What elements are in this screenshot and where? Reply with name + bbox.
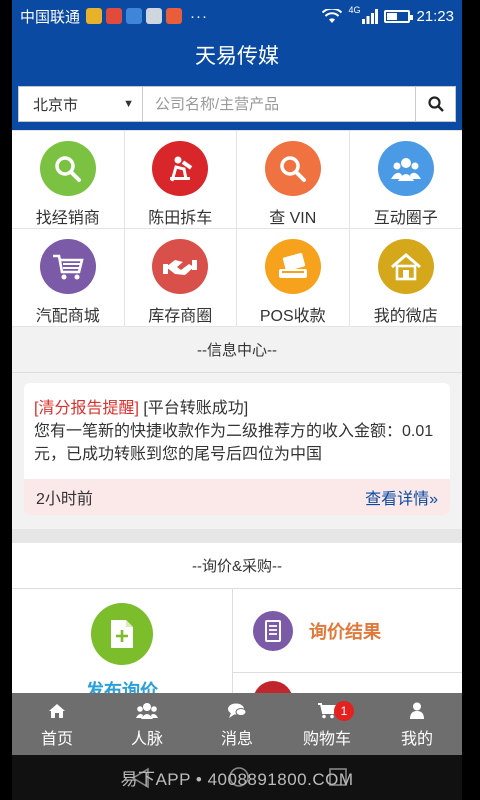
notice-time: 2小时前 [36, 491, 93, 508]
grid-item-car-dismantle[interactable]: 陈田拆车 [124, 131, 237, 229]
nav-home[interactable]: 首页 [12, 693, 102, 755]
info-center: [清分报告提醒] [平台转账成功] 您有一笔新的快捷收款作为二级推荐方的收入金额… [12, 373, 462, 529]
grid-item-label: 找经销商 [35, 210, 100, 227]
grid-item-circle[interactable]: 互动圈子 [349, 131, 462, 229]
dropdown-caret-icon: ▼ [123, 98, 134, 110]
handshake-icon [152, 239, 209, 294]
signal-icon [362, 8, 379, 24]
nav-me[interactable]: 我的 [372, 693, 462, 755]
battery-icon [384, 9, 414, 23]
cart-icon [39, 239, 96, 294]
grid-item-check-vin[interactable]: 查 VIN [237, 131, 350, 229]
info-center-heading: --信息中心-- [12, 327, 462, 373]
carrier-name: 中国联通 [20, 8, 81, 26]
nav-contacts[interactable]: 人脉 [102, 693, 192, 755]
car-dismantle-icon [152, 141, 209, 196]
notification-app-icon [86, 8, 103, 24]
add-document-icon [91, 603, 153, 665]
notice-footer: 2小时前 查看详情» [24, 479, 450, 515]
app-screen: 中国联通 ··· 4G 21:23 天易传媒 北京市 ▼ 公司名称/主营产品 找… [12, 0, 462, 800]
search-button[interactable] [415, 87, 455, 121]
city-select-value: 北京市 [33, 96, 79, 114]
search-icon [427, 96, 444, 112]
nav-cart[interactable]: 购物车 1 [282, 693, 372, 755]
notification-app-icon [166, 8, 183, 24]
grid-item-my-store[interactable]: 我的微店 [349, 229, 462, 327]
grid-item-label: 库存商圈 [148, 308, 213, 325]
house-icon [377, 239, 434, 294]
search-input[interactable] [143, 87, 415, 121]
wifi-icon [322, 8, 343, 23]
notification-app-icon [126, 8, 143, 24]
contacts-icon [136, 700, 158, 722]
card-icon [264, 239, 321, 294]
grid-item-label: POS收款 [259, 308, 326, 325]
grid-item-parts-mall[interactable]: 汽配商城 [12, 229, 125, 327]
message-icon [227, 700, 247, 722]
purchase-heading: --询价&采购-- [12, 543, 462, 589]
notice-card[interactable]: [清分报告提醒] [平台转账成功] 您有一笔新的快捷收款作为二级推荐方的收入金额… [24, 383, 450, 515]
grid-item-label: 陈田拆车 [148, 210, 213, 227]
city-select[interactable]: 北京市 ▼ [19, 87, 143, 121]
notification-app-icon [106, 8, 123, 24]
grid-item-label: 汽配商城 [35, 308, 100, 325]
grid-item-pos[interactable]: POS收款 [237, 229, 350, 327]
watermark: 易下APP • 4008891800.COM [120, 770, 354, 789]
search-bar: 北京市 ▼ [12, 77, 462, 130]
search-box: 北京市 ▼ [18, 86, 456, 122]
grid-item-inventory[interactable]: 库存商圈 [124, 229, 237, 327]
more-notifications-icon: ··· [190, 7, 209, 25]
nav-label: 消息 [220, 730, 253, 748]
notice-tag: [清分报告提醒] [34, 400, 139, 417]
search-icon [39, 141, 96, 196]
feature-grid: 找经销商 陈田拆车 查 VIN 互动圈子 汽配商城 库存商圈 POS收款 我的微… [12, 130, 462, 327]
grid-item-label: 互动圈子 [373, 210, 438, 227]
inquiry-result-label: 询价结果 [309, 621, 381, 642]
notice-body: 您有一笔新的快捷收款作为二级推荐方的收入金额：0.01元，已成功转账到您的尾号后… [34, 423, 434, 463]
grid-item-find-dealer[interactable]: 找经销商 [12, 131, 125, 229]
grid-item-label: 我的微店 [373, 308, 438, 325]
nav-label: 首页 [40, 730, 73, 748]
nav-messages[interactable]: 消息 [192, 693, 282, 755]
user-icon [410, 700, 424, 722]
section-divider [12, 529, 462, 543]
clock: 21:23 [416, 7, 454, 25]
notice-text: [清分报告提醒] [平台转账成功] 您有一笔新的快捷收款作为二级推荐方的收入金额… [24, 383, 450, 479]
grid-item-label: 查 VIN [269, 210, 317, 227]
nav-label: 购物车 [302, 730, 351, 748]
page-title: 天易传媒 [12, 32, 462, 77]
document-icon [253, 610, 293, 651]
status-bar: 中国联通 ··· 4G 21:23 [12, 0, 462, 32]
bottom-nav: 首页 人脉 消息 购物车 1 我的 [12, 693, 462, 755]
search-icon [264, 141, 321, 196]
nav-label: 人脉 [130, 730, 163, 748]
cart-count-badge: 1 [334, 701, 354, 721]
network-type: 4G [348, 5, 361, 15]
inquiry-result-button[interactable]: 询价结果 [233, 589, 462, 673]
home-icon [48, 700, 66, 722]
notification-image-icon [146, 8, 163, 24]
view-details-link[interactable]: 查看详情» [365, 485, 438, 509]
nav-label: 我的 [400, 730, 433, 748]
notice-subject: [平台转账成功] [143, 400, 249, 417]
group-icon [377, 141, 434, 196]
